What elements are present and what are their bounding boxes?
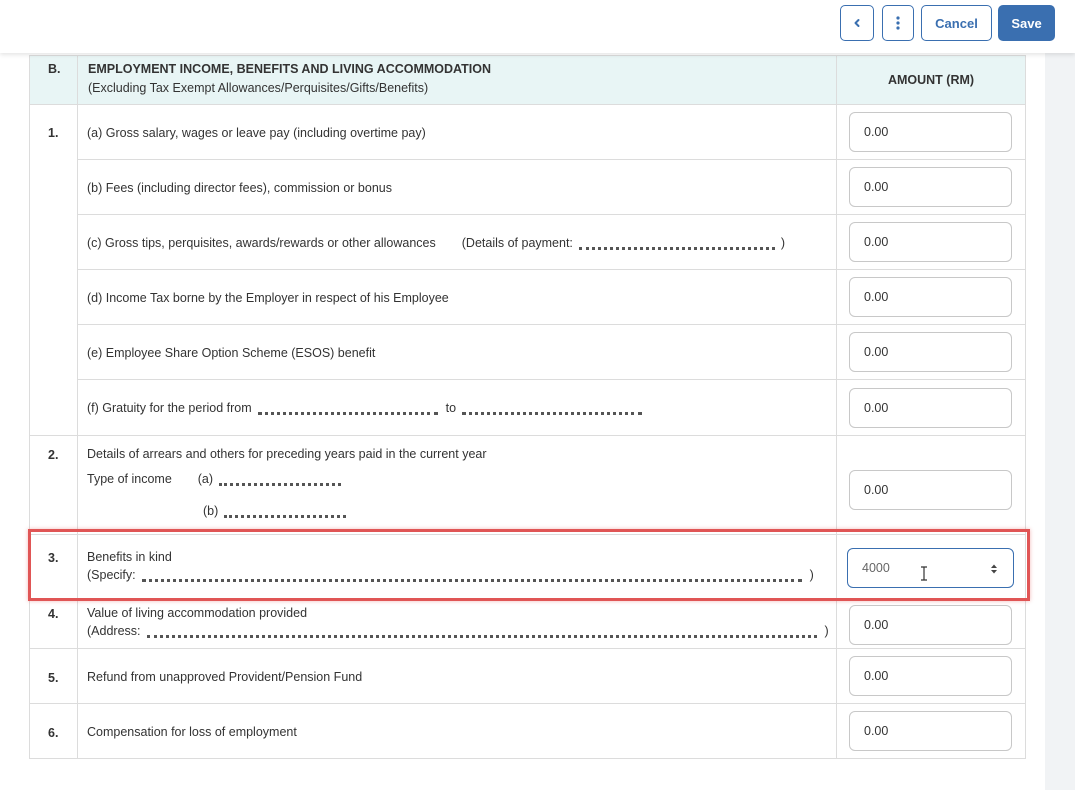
save-button[interactable]: Save — [998, 5, 1055, 41]
details-label: (Details of payment: — [461, 236, 573, 250]
item-label: Value of living accommodation provided — [87, 606, 308, 620]
close-paren: ) — [780, 236, 786, 250]
item-number: 2. — [29, 435, 78, 535]
item-number: 5. — [29, 648, 78, 704]
period-to-dotted-line — [462, 409, 643, 415]
item-5-label: Refund from unapproved Provident/Pension… — [77, 648, 837, 704]
section-code: B. — [29, 55, 78, 105]
item-6-amount-input[interactable]: 0.00 — [849, 711, 1012, 751]
item-6-label: Compensation for loss of employment — [77, 703, 837, 759]
item-3-label: Benefits in kind (Specify: ) — [77, 534, 837, 601]
item-1a-label: (a) Gross salary, wages or leave pay (in… — [77, 104, 837, 160]
table-row: (f) Gratuity for the period from to 0.00 — [30, 379, 1026, 436]
section-title-cell: EMPLOYMENT INCOME, BENEFITS AND LIVING A… — [77, 55, 837, 105]
address-label: (Address: — [87, 624, 141, 638]
item-label: (d) Income Tax borne by the Employer in … — [87, 291, 449, 305]
benefits-in-kind-amount-input[interactable]: 4000 — [847, 548, 1014, 588]
item-5-amount-input[interactable]: 0.00 — [849, 656, 1012, 696]
item-number: 4. — [29, 600, 78, 649]
item-number: 6. — [29, 703, 78, 759]
table-row: (b) Fees (including director fees), comm… — [30, 159, 1026, 215]
back-button[interactable] — [840, 5, 874, 41]
item-label: (e) Employee Share Option Scheme (ESOS) … — [87, 346, 376, 360]
more-vertical-icon — [896, 16, 900, 30]
amount-header: AMOUNT (RM) — [836, 55, 1026, 105]
item-1d-label: (d) Income Tax borne by the Employer in … — [77, 269, 837, 325]
amount-cell: 0.00 — [836, 703, 1026, 759]
item-label: (c) Gross tips, perquisites, awards/rewa… — [87, 236, 436, 250]
amount-cell: 0.00 — [836, 600, 1026, 649]
amount-cell: 0.00 — [836, 269, 1026, 325]
type-a-dotted-line — [219, 480, 342, 486]
amount-cell: 0.00 — [836, 648, 1026, 704]
close-paren: ) — [824, 624, 829, 638]
item-1d-amount-input[interactable]: 0.00 — [849, 277, 1012, 317]
item-label: (f) Gratuity for the period from — [87, 401, 252, 415]
amount-cell: 0.00 — [836, 159, 1026, 215]
type-a-label: (a) — [197, 472, 214, 486]
table-row: 6. Compensation for loss of employment 0… — [29, 703, 1026, 759]
section-header-row: B. EMPLOYMENT INCOME, BENEFITS AND LIVIN… — [29, 55, 1026, 105]
item-label: Benefits in kind — [87, 550, 172, 564]
table-row: (c) Gross tips, perquisites, awards/rewa… — [30, 214, 1026, 270]
amount-cell: 0.00 — [836, 379, 1026, 436]
table-row: 1. (a) Gross salary, wages or leave pay … — [29, 104, 1026, 436]
item-1f-amount-input[interactable]: 0.00 — [849, 388, 1012, 428]
table-row: 4. Value of living accommodation provide… — [29, 600, 1026, 649]
amount-cell: 0.00 — [836, 435, 1026, 535]
item-label: (a) Gross salary, wages or leave pay (in… — [87, 126, 426, 140]
input-value: 4000 — [862, 561, 890, 575]
table-row: 5. Refund from unapproved Provident/Pens… — [29, 648, 1026, 704]
to-label: to — [445, 401, 457, 415]
item-1f-label: (f) Gratuity for the period from to — [77, 379, 837, 436]
item-1c-label: (c) Gross tips, perquisites, awards/rewa… — [77, 214, 837, 270]
text-cursor-icon — [921, 566, 927, 581]
item-label: (b) Fees (including director fees), comm… — [87, 181, 392, 195]
item-2-label: Details of arrears and others for preced… — [77, 435, 837, 535]
item-2-amount-input[interactable]: 0.00 — [849, 470, 1012, 510]
amount-cell: 0.00 — [836, 104, 1026, 160]
chevron-left-icon — [854, 19, 860, 27]
item-1b-amount-input[interactable]: 0.00 — [849, 167, 1012, 207]
item-1e-label: (e) Employee Share Option Scheme (ESOS) … — [77, 324, 837, 380]
close-paren: ) — [809, 568, 814, 582]
item-label: Refund from unapproved Provident/Pension… — [87, 670, 363, 684]
table-row: (d) Income Tax borne by the Employer in … — [30, 269, 1026, 325]
type-of-income-label: Type of income — [87, 472, 172, 486]
item-number: 1. — [29, 104, 78, 436]
item-number: 3. — [29, 534, 78, 601]
details-dotted-line — [578, 244, 775, 250]
type-b-label: (b) — [203, 504, 219, 518]
specify-label: (Specify: — [87, 568, 136, 582]
item-1e-amount-input[interactable]: 0.00 — [849, 332, 1012, 372]
table-row: 3. Benefits in kind (Specify: ) 4000 — [29, 534, 1026, 601]
section-title: EMPLOYMENT INCOME, BENEFITS AND LIVING A… — [88, 62, 492, 76]
amount-cell: 4000 — [836, 534, 1026, 601]
item-1c-amount-input[interactable]: 0.00 — [849, 222, 1012, 262]
type-b-dotted-line — [224, 512, 347, 518]
amount-cell: 0.00 — [836, 324, 1026, 380]
top-toolbar: Cancel Save — [0, 0, 1075, 53]
period-from-dotted-line — [257, 409, 438, 415]
amount-cell: 0.00 — [836, 214, 1026, 270]
number-spinner-icon[interactable] — [989, 562, 999, 576]
address-dotted-line — [146, 632, 817, 638]
item-4-label: Value of living accommodation provided (… — [77, 600, 837, 649]
item-4-amount-input[interactable]: 0.00 — [849, 605, 1012, 645]
table-row: (e) Employee Share Option Scheme (ESOS) … — [30, 324, 1026, 380]
item-label: Compensation for loss of employment — [87, 725, 297, 739]
section-subtitle: (Excluding Tax Exempt Allowances/Perquis… — [88, 81, 429, 95]
employment-income-table: B. EMPLOYMENT INCOME, BENEFITS AND LIVIN… — [29, 55, 1026, 759]
more-options-button[interactable] — [882, 5, 914, 41]
table-row: 2. Details of arrears and others for pre… — [29, 435, 1026, 535]
item-1a-amount-input[interactable]: 0.00 — [849, 112, 1012, 152]
item-1b-label: (b) Fees (including director fees), comm… — [77, 159, 837, 215]
specify-dotted-line — [141, 576, 802, 582]
cancel-button[interactable]: Cancel — [921, 5, 992, 41]
item-label: Details of arrears and others for preced… — [87, 447, 487, 461]
